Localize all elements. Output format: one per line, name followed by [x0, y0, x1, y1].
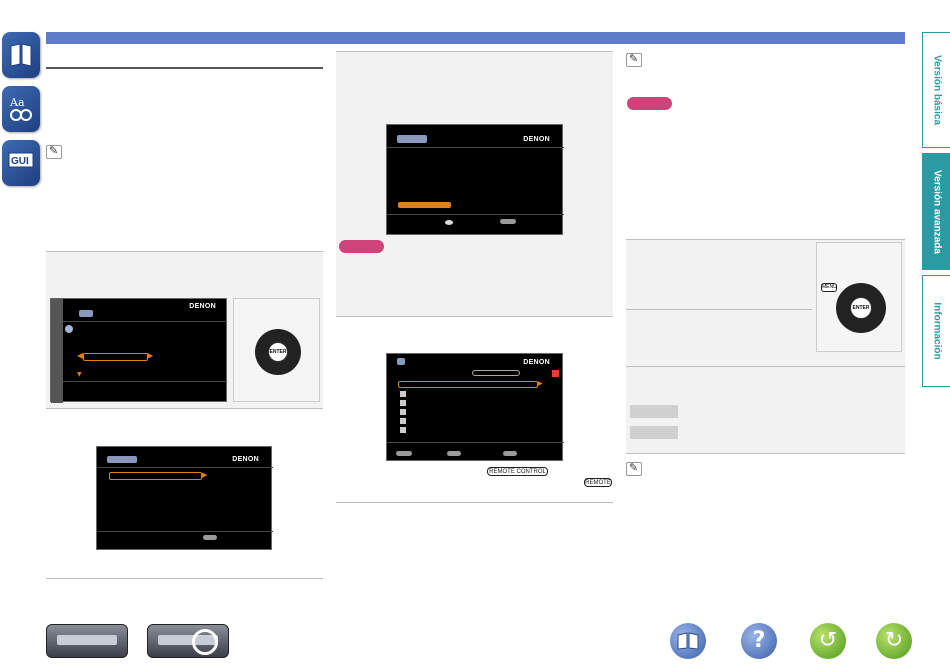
screen-divider	[63, 321, 227, 322]
menu-button: MENU	[821, 283, 837, 292]
breadcrumb-icons	[397, 135, 427, 143]
screen-divider	[387, 214, 564, 215]
remote-dpad: ENTER	[836, 283, 886, 333]
tab-version-basica[interactable]: Versión básica	[922, 32, 950, 148]
progress-bar	[398, 202, 451, 208]
divider	[46, 408, 323, 409]
footer-pill	[500, 219, 516, 224]
forward-icon[interactable]: ↻	[876, 623, 912, 659]
tab-label: Versión avanzada	[931, 169, 942, 254]
denon-logo: DENON	[232, 456, 259, 463]
divider	[46, 578, 323, 579]
divider	[626, 366, 905, 367]
divider	[336, 502, 613, 503]
enter-icon	[445, 220, 453, 225]
right-arrow-icon: ▶	[538, 380, 543, 387]
rear-panel-button[interactable]	[147, 624, 229, 658]
list-icon	[400, 391, 406, 397]
note-badge	[339, 240, 384, 253]
gui-screen-3: DENON	[386, 124, 564, 235]
selected-item	[83, 353, 148, 361]
table-cell	[630, 405, 678, 418]
note-pencil-icon	[626, 52, 642, 67]
status-box	[472, 370, 520, 376]
selected-item	[109, 472, 202, 480]
screen-divider	[97, 531, 273, 532]
tab-label: Información	[931, 302, 942, 360]
divider	[336, 316, 613, 317]
table-cell	[630, 426, 678, 439]
gui-screen-4: DENON ▶	[386, 353, 564, 461]
svg-text:Aa: Aa	[9, 96, 25, 109]
list-icon	[400, 409, 406, 415]
enter-button: ENTER	[268, 342, 288, 362]
gui-screen-1: DENON ◀ ▶ ▼	[50, 298, 227, 403]
remote-illustration-1: ENTER	[233, 298, 320, 402]
denon-logo: DENON	[523, 136, 550, 143]
contents-book-icon[interactable]	[2, 32, 40, 78]
down-arrow-icon: ▼	[77, 371, 82, 378]
divider	[626, 453, 905, 454]
footer-pill	[203, 535, 217, 540]
note-pencil-icon	[626, 461, 642, 476]
right-arrow-icon: ▶	[147, 351, 154, 360]
footer-pill	[447, 451, 461, 456]
denon-logo: DENON	[189, 303, 216, 310]
remote-control-label: REMOTE CONTROL	[487, 467, 548, 476]
remote-label: REMOTE	[584, 478, 612, 487]
list-icon	[400, 418, 406, 424]
denon-logo: DENON	[523, 359, 550, 366]
divider	[626, 309, 812, 310]
right-arrow-icon: ▶	[202, 471, 208, 479]
note-badge	[627, 97, 672, 110]
note-pencil-icon	[46, 144, 62, 159]
enter-button: ENTER	[850, 297, 872, 319]
selected-item	[398, 381, 538, 388]
footer-pill	[396, 451, 412, 456]
gui-screen-2: DENON ▶	[96, 446, 273, 550]
svg-text:GUI: GUI	[11, 156, 29, 167]
remote-dpad: ENTER	[255, 329, 301, 375]
menu-icon	[79, 310, 93, 317]
back-icon[interactable]: ↺	[810, 623, 846, 659]
list-icon	[400, 427, 406, 433]
setup-icon	[397, 358, 405, 365]
remote-illustration-2: MENU ENTER	[816, 242, 902, 352]
front-panel-button[interactable]	[46, 624, 128, 658]
indicator	[552, 370, 559, 377]
divider	[336, 51, 613, 52]
footer-pill	[503, 451, 517, 456]
index-aa-icon[interactable]: Aa	[2, 86, 40, 132]
screen-divider	[97, 467, 273, 468]
contents-book-icon[interactable]	[670, 623, 706, 659]
tab-label: Versión básica	[931, 54, 942, 126]
screen-divider	[387, 442, 564, 443]
list-icon	[400, 400, 406, 406]
gui-icon[interactable]: GUI	[2, 140, 40, 186]
screen-sidebar	[51, 299, 63, 403]
screen-divider	[387, 147, 564, 148]
screen-divider	[63, 381, 227, 382]
help-icon[interactable]: ?	[741, 623, 777, 659]
tab-informacion[interactable]: Información	[922, 275, 950, 387]
header-bar	[46, 32, 905, 44]
left-arrow-icon: ◀	[77, 351, 84, 360]
setup-icon	[65, 325, 73, 333]
tab-version-avanzada[interactable]: Versión avanzada	[922, 153, 950, 270]
section-rule	[46, 67, 323, 69]
breadcrumb-icons	[107, 456, 137, 463]
